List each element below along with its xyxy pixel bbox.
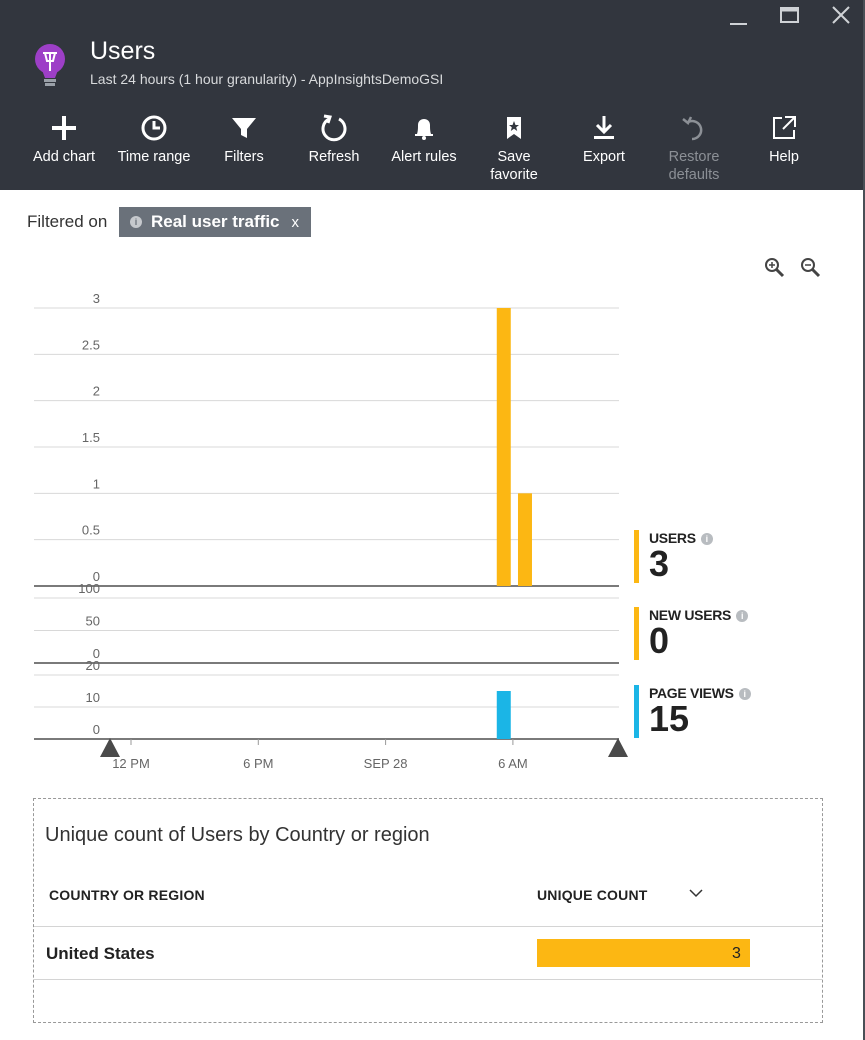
- grid-title: Unique count of Users by Country or regi…: [45, 824, 430, 846]
- time-range-button[interactable]: Time range: [109, 114, 199, 166]
- bell-icon: [415, 119, 433, 140]
- command-bar: Add chart Time range Filters Refresh Ale…: [0, 114, 863, 190]
- count-bar: [537, 939, 750, 967]
- clock-icon: [141, 115, 167, 141]
- column-header-country[interactable]: COUNTRY OR REGION: [49, 887, 205, 903]
- bar-users: [517, 493, 532, 586]
- chevron-down-icon[interactable]: [688, 887, 704, 899]
- minimize-icon[interactable]: [728, 4, 750, 28]
- info-icon: i: [738, 688, 751, 700]
- y-tick-label: 0.5: [82, 523, 100, 538]
- download-icon: [594, 116, 614, 139]
- bar-page-views: [496, 691, 511, 739]
- filter-chip-label: Real user traffic: [151, 212, 280, 231]
- lightbulb-icon: [35, 44, 65, 86]
- legend-new-users-value: 0: [649, 620, 670, 661]
- help-label: Help: [769, 149, 799, 165]
- legend-users-value: 3: [649, 543, 670, 584]
- y-tick-label: 1: [93, 476, 100, 491]
- y-tick-label: 100: [78, 581, 100, 596]
- y-tick-label: 3: [93, 291, 100, 306]
- x-tick-label: 6 PM: [243, 756, 273, 771]
- country-cell: United States: [46, 944, 155, 963]
- restore-defaults-button[interactable]: Restore defaults: [649, 114, 739, 184]
- x-tick-label: 12 PM: [112, 756, 150, 771]
- header-divider: [34, 926, 822, 927]
- export-label: Export: [583, 149, 625, 165]
- time-range-label: Time range: [117, 149, 191, 165]
- alert-rules-label: Alert rules: [391, 149, 457, 165]
- range-end-handle[interactable]: [608, 738, 628, 757]
- restore-defaults-label-2: defaults: [668, 167, 720, 183]
- close-icon[interactable]: [830, 4, 852, 28]
- add-chart-button[interactable]: Add chart: [19, 114, 109, 166]
- count-cell: 3: [732, 945, 741, 962]
- info-icon: i: [700, 533, 713, 545]
- info-icon: i: [736, 610, 749, 622]
- metrics-chart: 32.521.510.501005002010012 PM 6 PM SEP 28 6…: [34, 291, 628, 771]
- blade-header: Users Last 24 hours (1 hour granularity)…: [0, 0, 863, 190]
- refresh-label: Refresh: [308, 149, 360, 165]
- page-title: Users: [90, 37, 156, 65]
- refresh-icon: [321, 114, 347, 142]
- zoom-in-icon[interactable]: [764, 257, 786, 279]
- y-tick-label: 50: [86, 614, 100, 629]
- bookmark-star-icon: [507, 117, 521, 139]
- row-divider: [34, 979, 822, 980]
- external-link-icon: [773, 116, 796, 139]
- info-icon: i: [130, 216, 142, 228]
- export-button[interactable]: Export: [559, 114, 649, 166]
- y-tick-label: 0: [93, 722, 100, 737]
- filter-chip[interactable]: i Real user traffic x: [119, 207, 311, 237]
- legend-users-swatch: [634, 530, 639, 583]
- country-grid: Unique count of Users by Country or regi…: [33, 798, 823, 1023]
- y-tick-label: 2.5: [82, 337, 100, 352]
- maximize-icon[interactable]: [779, 4, 801, 28]
- y-tick-label: 1.5: [82, 430, 100, 445]
- filter-label: Filtered on: [27, 212, 108, 231]
- remove-filter-button[interactable]: x: [292, 214, 300, 231]
- restore-defaults-label: Restore: [668, 149, 720, 165]
- y-tick-label: 20: [86, 658, 100, 673]
- filter-icon: [232, 118, 256, 138]
- help-button[interactable]: Help: [739, 114, 829, 166]
- zoom-out-icon[interactable]: [800, 257, 822, 279]
- y-tick-label: 2: [93, 384, 100, 399]
- refresh-button[interactable]: Refresh: [289, 114, 379, 166]
- x-tick-label: SEP 28: [364, 756, 408, 771]
- filters-button[interactable]: Filters: [199, 114, 289, 166]
- legend-page-views-value: 15: [649, 698, 690, 739]
- column-header-count[interactable]: UNIQUE COUNT: [537, 887, 648, 903]
- filters-label: Filters: [224, 149, 264, 165]
- save-favorite-label: Save: [497, 149, 531, 165]
- alert-rules-button[interactable]: Alert rules: [379, 114, 469, 166]
- add-chart-label: Add chart: [32, 149, 96, 165]
- bar-users: [496, 308, 511, 586]
- legend-page-views-swatch: [634, 685, 639, 738]
- y-tick-label: 10: [86, 690, 100, 705]
- plus-icon: [52, 116, 76, 140]
- save-favorite-button[interactable]: Save favorite: [469, 114, 559, 184]
- x-tick-label: 6 AM: [498, 756, 528, 771]
- page-subtitle: Last 24 hours (1 hour granularity) - App…: [90, 71, 444, 87]
- legend-new-users-swatch: [634, 607, 639, 660]
- save-favorite-label-2: favorite: [490, 167, 538, 183]
- undo-icon: [682, 116, 703, 141]
- range-start-handle[interactable]: [100, 738, 120, 757]
